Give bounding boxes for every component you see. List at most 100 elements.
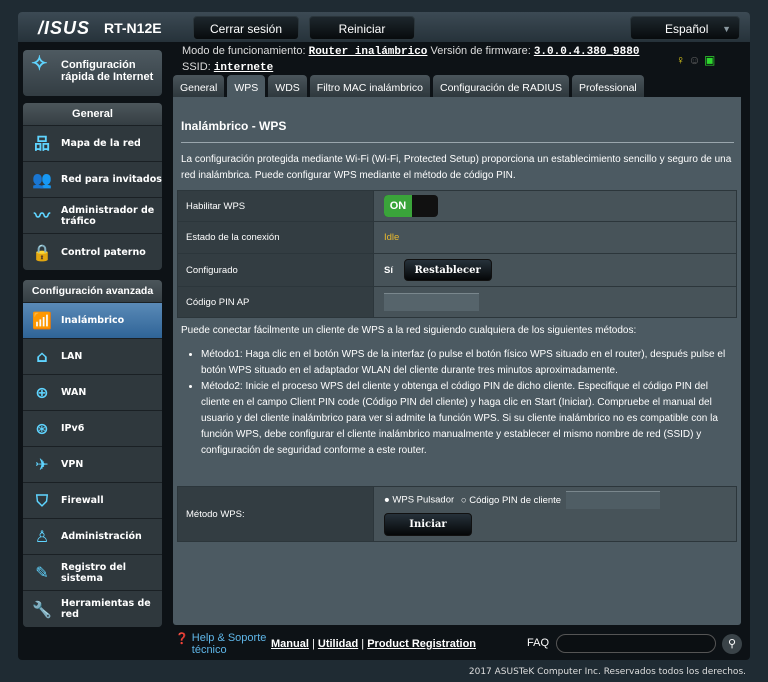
wps-method-table: Método WPS: ● WPS Pulsador ○ Código PIN … [177,486,737,542]
lock-icon: 🔒 [32,242,52,262]
guest-network-icon: 👥 [32,170,52,189]
ap-pin-label: Código PIN AP [177,286,374,318]
sidebar-item-system-log[interactable]: ✎ Registro del sistema [23,555,162,591]
connection-status-value: Idle [373,221,737,254]
radio-push-button[interactable]: ● WPS Pulsador [384,495,454,506]
wifi-icon: 📶 [32,311,52,330]
wrench-icon: 🔧 [32,599,52,619]
ssid-line: SSID: internete [182,61,273,74]
start-button[interactable]: Iniciar [384,513,472,536]
item-label: Registro del sistema [61,561,127,584]
main-content: Inalámbrico - WPS La configuración prote… [173,97,741,625]
item-label: IPv6 [61,423,85,434]
help-label: Help & Soporte técnico [191,632,267,656]
sidebar-item-vpn[interactable]: ✈ VPN [23,447,162,483]
help-icon: ❓ [175,633,189,645]
sidebar-item-wan[interactable]: ⊕ WAN [23,375,162,411]
page-description: La configuración protegida mediante Wi-F… [181,154,732,181]
home-icon: ⌂ [36,347,48,366]
footer-links: Manual | Utilidad | Product Registration [271,638,477,650]
sidebar-item-guest-network[interactable]: 👥 Red para invitados [23,162,162,198]
sidebar-item-firewall[interactable]: ⛉ Firewall [23,483,162,519]
asus-logo: /ISUS [38,18,91,38]
faq-search-input[interactable] [556,634,716,653]
item-label: VPN [61,459,84,470]
divider [181,142,734,143]
language-select[interactable]: Español ▼ [630,16,740,40]
usb-status-icon[interactable]: ♀ [676,53,685,67]
quick-setup-label: Configuración rápida de Internet [61,59,154,83]
tab-bar: General WPS WDS Filtro MAC inalámbrico C… [173,75,644,97]
faq-label: FAQ [527,637,550,649]
ssid-label: SSID: [182,61,211,73]
item-label: WAN [61,387,87,398]
ipv6-icon: ⊛ [35,419,49,438]
ap-pin-field [384,293,479,311]
op-mode-line: Modo de funcionamiento: Router inalámbri… [182,45,639,58]
reset-button[interactable]: Restablecer [403,259,492,281]
item-label: Inalámbrico [61,315,125,326]
sidebar-item-network-tools[interactable]: 🔧 Herramientas de red [23,591,162,627]
mode-label: Modo de funcionamiento: [182,45,306,57]
item-label: Red para invitados [61,174,162,185]
enable-wps-toggle[interactable]: ON [384,195,438,217]
client-pin-input[interactable] [565,491,660,509]
item-label: Administración [61,531,142,542]
sidebar-item-administration[interactable]: ♙ Administración [23,519,162,555]
reboot-button[interactable]: Reiniciar [309,16,415,40]
configured-value: Sí [384,265,393,276]
sidebar-item-traffic-manager[interactable]: 〰 Administrador de tráfico [23,198,162,234]
page-title: Inalámbrico - WPS [181,119,287,133]
connection-status-label: Estado de la conexión [177,221,374,254]
general-menu: General 品 Mapa de la red 👥 Red para invita… [23,103,162,270]
help-support-link[interactable]: ❓ Help & Soporte técnico [175,632,272,656]
radio-client-pin[interactable]: ○ Código PIN de cliente [461,495,561,506]
search-icon[interactable]: ⚲ [722,634,742,654]
tab-general[interactable]: General [173,75,225,97]
method2-text: Método2: Inicie el proceso WPS del clien… [201,379,737,459]
product-registration-link[interactable]: Product Registration [367,638,476,650]
ssid-link[interactable]: internete [214,62,273,74]
item-label: Firewall [61,495,104,506]
toggle-on-label: ON [384,195,412,217]
language-value: Español [665,22,709,36]
fw-link[interactable]: 3.0.0.4.380_9880 [534,46,640,58]
wps-method-label: Método WPS: [177,486,374,542]
copyright: 2017 ASUSTeK Computer Inc. Reservados to… [468,667,746,677]
mode-link[interactable]: Router inalámbrico [309,46,428,58]
methods-intro: Puede conectar fácilmente un cliente de … [181,325,637,336]
advanced-title: Configuración avanzada [23,280,162,303]
status-icons: ♀ ☺ ▣ [676,53,715,67]
radio-push-label: WPS Pulsador [392,494,455,506]
manual-link[interactable]: Manual [271,638,309,650]
internet-status-icon[interactable]: ▣ [704,53,715,67]
quick-internet-setup-button[interactable]: ✧ Configuración rápida de Internet [23,50,162,96]
configured-label: Configurado [177,253,374,287]
item-label: Administrador de tráfico [61,204,155,227]
tab-wps[interactable]: WPS [227,75,266,97]
sidebar-item-wireless[interactable]: 📶 Inalámbrico [23,303,162,339]
item-label: Herramientas de red [61,598,151,620]
model-name: RT-N12E [104,20,162,36]
shield-icon: ⛉ [35,491,48,510]
clients-icon[interactable]: ☺ [688,53,700,67]
logout-button[interactable]: Cerrar sesión [193,16,299,40]
sidebar-item-ipv6[interactable]: ⊛ IPv6 [23,411,162,447]
sidebar-item-parental-control[interactable]: 🔒 Control paterno [23,234,162,270]
magic-wand-icon: ✧ [31,53,48,75]
user-icon: ♙ [34,527,50,546]
sidebar-item-network-map[interactable]: 品 Mapa de la red [23,126,162,162]
network-map-icon: 品 [33,134,50,153]
general-title: General [23,103,162,126]
item-label: LAN [61,351,83,362]
method1-text: Método1: Haga clic en el botón WPS de la… [201,347,737,379]
utility-link[interactable]: Utilidad [318,638,358,650]
tab-mac-filter[interactable]: Filtro MAC inalámbrico [309,75,430,97]
sidebar-item-lan[interactable]: ⌂ LAN [23,339,162,375]
traffic-icon: 〰 [33,206,50,225]
tab-wds[interactable]: WDS [268,75,307,97]
tab-radius[interactable]: Configuración de RADIUS [432,75,569,97]
advanced-menu: Configuración avanzada 📶 Inalámbrico ⌂ LAN… [23,280,162,627]
tab-professional[interactable]: Professional [571,75,644,97]
enable-wps-label: Habilitar WPS [177,190,374,222]
